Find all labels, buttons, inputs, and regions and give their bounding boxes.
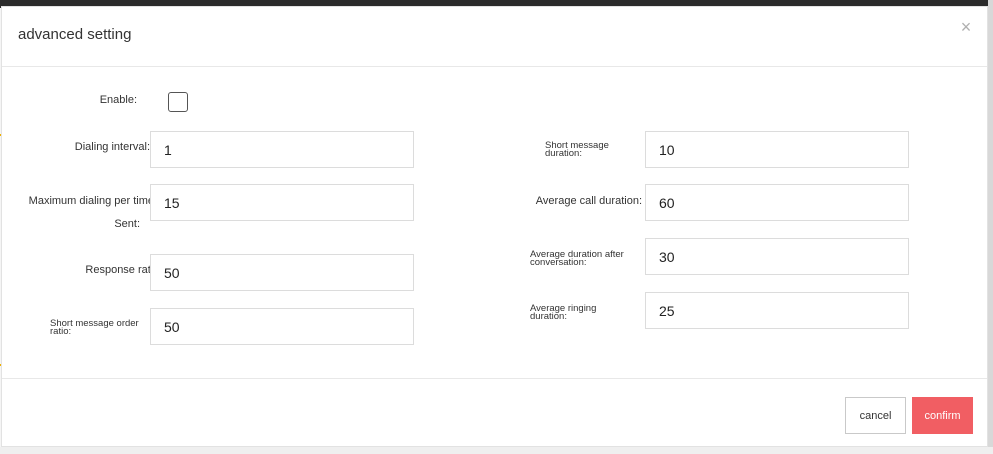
dialog-title: advanced setting <box>18 26 132 43</box>
enable-checkbox[interactable] <box>168 92 188 112</box>
short-message-order-ratio-input[interactable] <box>150 308 414 345</box>
response-rate-label: Response rate: <box>85 264 160 276</box>
background-app-edge <box>988 0 993 454</box>
close-icon[interactable]: × <box>958 18 974 36</box>
dialing-interval-label: Dialing interval: <box>74 141 150 153</box>
cancel-button[interactable]: cancel <box>845 397 906 434</box>
average-duration-after-conversation-input[interactable] <box>645 238 909 275</box>
max-dialing-label-line1: Maximum dialing per time <box>28 195 154 207</box>
dialog-footer: cancel confirm <box>2 378 987 448</box>
average-duration-after-conversation-label-line2: conversation: <box>530 257 587 268</box>
dialog-header: advanced setting × <box>2 7 987 67</box>
average-call-duration-input[interactable] <box>645 184 909 221</box>
average-ringing-duration-input[interactable] <box>645 292 909 329</box>
short-message-duration-input[interactable] <box>645 131 909 168</box>
dialing-interval-input[interactable] <box>150 131 414 168</box>
short-message-duration-label-line2: duration: <box>545 148 582 159</box>
enable-label: Enable: <box>99 94 137 106</box>
confirm-button[interactable]: confirm <box>912 397 973 434</box>
background-app-table-header <box>0 447 993 454</box>
max-dialing-input[interactable] <box>150 184 414 221</box>
advanced-setting-dialog: advanced setting × Enable: Dialing inter… <box>1 6 988 447</box>
response-rate-input[interactable] <box>150 254 414 291</box>
average-call-duration-label: Average call duration: <box>535 195 642 207</box>
short-message-order-ratio-label-line2: ratio: <box>50 326 72 337</box>
average-ringing-duration-label-line2: duration: <box>530 311 567 322</box>
max-dialing-label-line2: Sent: <box>114 218 140 230</box>
